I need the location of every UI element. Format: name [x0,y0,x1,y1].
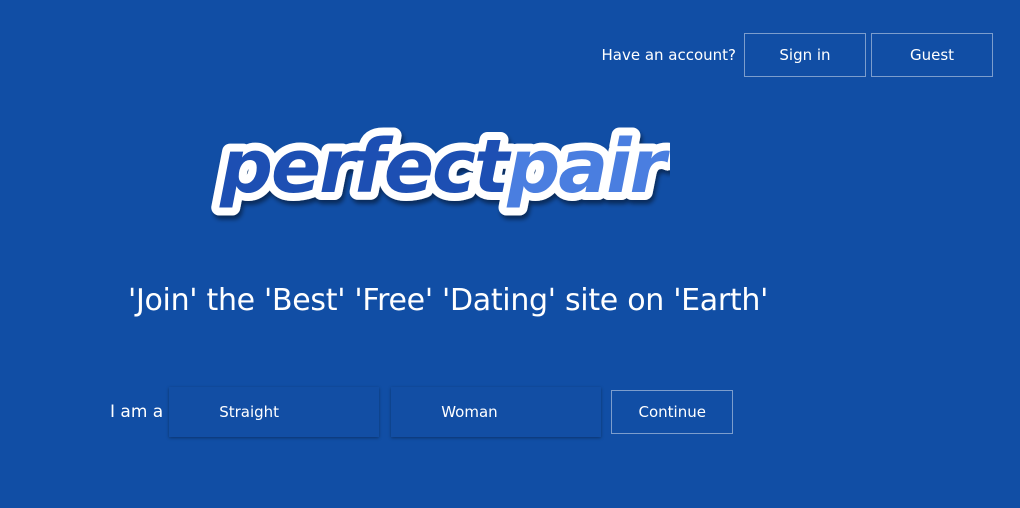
logo-part2: pair [506,124,670,210]
guest-button[interactable]: Guest [871,33,993,77]
header-bar: Have an account? Sign in Guest [601,33,993,77]
tagline: 'Join' the 'Best' 'Free' 'Dating' site o… [128,283,769,318]
gender-select[interactable]: Woman [391,387,602,437]
orientation-select[interactable]: Straight [169,387,380,437]
signup-form: I am a Straight Woman Continue [110,385,734,439]
i-am-a-label: I am a [110,402,164,422]
perfectpair-logo: perfectpair perfectpair [210,112,681,232]
have-account-text: Have an account? [601,46,736,64]
logo-part1: perfect [219,124,512,210]
sign-in-button[interactable]: Sign in [744,33,866,77]
svg-text:perfectpair: perfectpair [219,124,670,210]
continue-button[interactable]: Continue [611,390,734,434]
